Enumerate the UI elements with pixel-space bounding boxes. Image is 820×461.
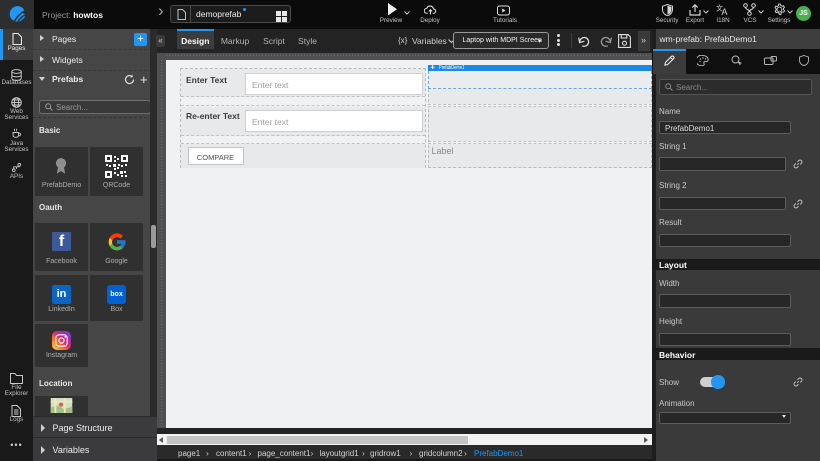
- svg-text:A: A: [722, 7, 728, 16]
